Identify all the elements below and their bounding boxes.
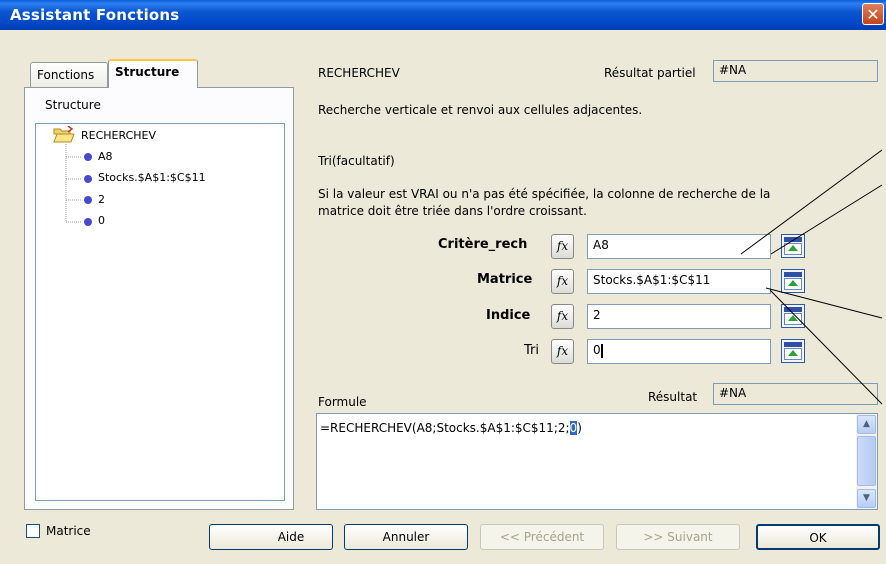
arg-input-tri-value: 0	[593, 343, 601, 357]
fx-button-indice[interactable]: fx	[551, 304, 574, 329]
tree-item-matrix[interactable]: Stocks.$A$1:$C$11	[98, 171, 206, 184]
next-button-label: >> Suivant	[643, 530, 713, 544]
partial-result-label: Résultat partiel	[604, 66, 696, 80]
tree-item-index[interactable]: 2	[98, 193, 105, 206]
arrow-up-icon	[788, 280, 798, 286]
arg-input-matrice[interactable]: Stocks.$A$1:$C$11	[587, 269, 771, 294]
tree-item-a8[interactable]: A8	[98, 150, 113, 163]
open-folder-icon	[53, 126, 75, 143]
arg-label-matrice: Matrice	[477, 272, 533, 287]
param-help-line-1: Si la valeur est VRAI ou n'a pas été spé…	[318, 187, 771, 201]
tab-fonctions-label: Fonctions	[37, 68, 95, 82]
cancel-button[interactable]: Annuler	[344, 524, 468, 550]
formula-editor[interactable]: =RECHERCHEV(A8;Stocks.$A$1:$C$11;2;0) ▲ …	[316, 413, 878, 510]
matrix-checkbox[interactable]	[26, 524, 40, 538]
function-description: Recherche verticale et renvoi aux cellul…	[318, 103, 643, 117]
tree-bullet	[84, 196, 92, 204]
result-field: #NA	[713, 383, 878, 405]
arrow-up-icon	[788, 350, 798, 356]
ok-button[interactable]: OK	[756, 524, 880, 550]
function-name: RECHERCHEV	[318, 66, 400, 80]
tab-structure-label: Structure	[115, 65, 180, 79]
formula-scrollbar[interactable]: ▲ ▼	[856, 414, 877, 509]
cancel-button-label: Annuler	[382, 530, 430, 544]
tree-bullet	[84, 153, 92, 161]
help-button-label: Aide	[277, 530, 305, 544]
title-bar: Assistant Fonctions ✕	[0, 0, 886, 30]
text-cursor	[600, 343, 603, 358]
matrix-checkbox-label[interactable]: Matrice	[46, 524, 91, 538]
structure-label: Structure	[45, 98, 101, 112]
shrink-button-indice[interactable]	[781, 304, 805, 328]
arg-label-indice: Indice	[486, 308, 531, 323]
arg-input-indice[interactable]: 2	[587, 304, 771, 329]
arrow-up-icon	[788, 245, 798, 251]
tree-bullet	[84, 218, 92, 226]
formula-text-end: )	[577, 421, 582, 435]
help-button[interactable]: Aide	[209, 524, 333, 550]
close-icon: ✕	[866, 5, 880, 24]
fx-button-critere[interactable]: fx	[551, 234, 574, 259]
fx-button-matrice[interactable]: fx	[551, 269, 574, 294]
formula-text[interactable]: =RECHERCHEV(A8;Stocks.$A$1:$C$11;2;0)	[320, 421, 582, 435]
arg-label-critere: Critère_rech	[438, 237, 528, 252]
fx-icon: fx	[556, 274, 569, 288]
fx-icon: fx	[556, 344, 569, 358]
shrink-button-tri[interactable]	[781, 339, 805, 363]
param-title: Tri(facultatif)	[318, 154, 395, 168]
tree-root-label[interactable]: RECHERCHEV	[81, 129, 156, 142]
ok-button-label: OK	[809, 531, 827, 545]
arg-input-critere[interactable]: A8	[587, 234, 771, 259]
tab-structure[interactable]: Structure	[108, 59, 198, 88]
scroll-thumb[interactable]	[857, 436, 876, 486]
partial-result-field: #NA	[713, 60, 878, 82]
param-help-line-2: matrice doit être triée dans l'ordre cro…	[318, 204, 587, 218]
fx-button-tri[interactable]: fx	[551, 339, 574, 364]
tree-bullet	[84, 175, 92, 183]
formula-text-main: =RECHERCHEV(A8;Stocks.$A$1:$C$11;2;	[320, 421, 570, 435]
shrink-button-matrice[interactable]	[781, 269, 805, 293]
arg-input-tri[interactable]: 0	[587, 339, 771, 364]
fx-icon: fx	[556, 309, 569, 323]
arrow-up-icon	[788, 315, 798, 321]
shrink-button-critere[interactable]	[781, 234, 805, 258]
formula-label: Formule	[318, 395, 367, 409]
scroll-up-button[interactable]: ▲	[857, 415, 876, 434]
arg-label-tri: Tri	[524, 343, 539, 358]
window-title: Assistant Fonctions	[10, 6, 180, 24]
previous-button-label: << Précédent	[499, 530, 585, 544]
previous-button[interactable]: << Précédent	[480, 524, 604, 550]
tab-fonctions[interactable]: Fonctions	[30, 62, 108, 88]
tree-item-sort[interactable]: 0	[98, 214, 105, 227]
fx-icon: fx	[556, 239, 569, 253]
close-button[interactable]: ✕	[862, 3, 884, 25]
structure-tree[interactable]: RECHERCHEV A8 Stocks.$A$1:$C$11 2 0	[35, 123, 285, 501]
result-label: Résultat	[648, 390, 698, 404]
next-button[interactable]: >> Suivant	[616, 524, 740, 550]
scroll-down-button[interactable]: ▼	[857, 489, 876, 508]
